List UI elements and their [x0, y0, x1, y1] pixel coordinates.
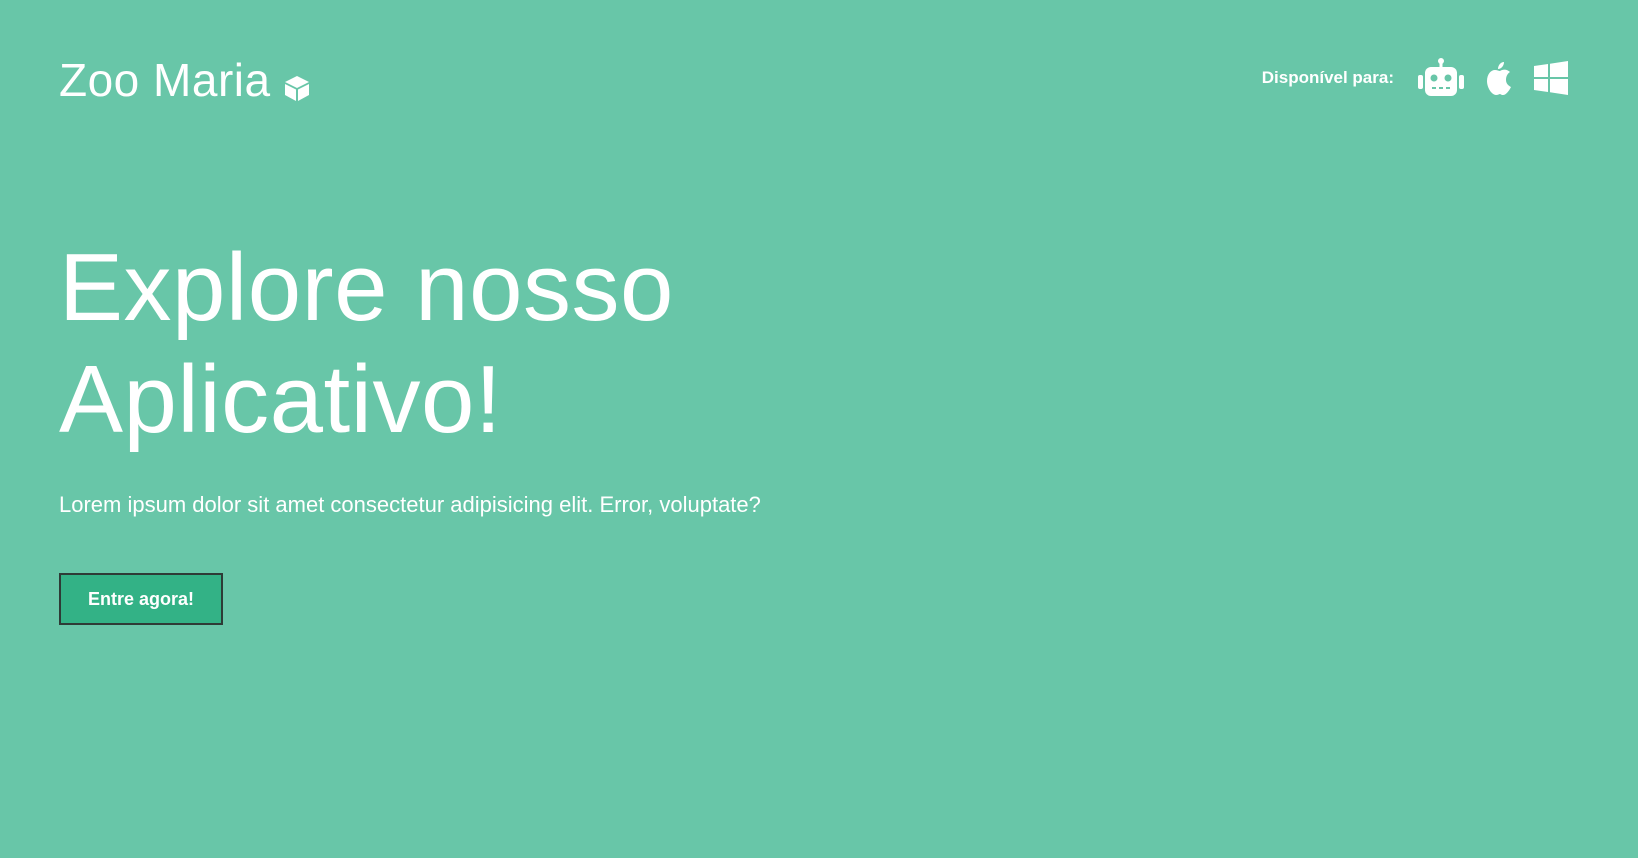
windows-icon[interactable] — [1534, 61, 1568, 95]
hero-title-line1: Explore nosso — [59, 234, 674, 341]
hero-title: Explore nosso Aplicativo! — [59, 232, 959, 456]
platforms-availability: Disponível para: — [1262, 58, 1568, 98]
hero-title-line2: Aplicativo! — [59, 346, 503, 453]
apple-icon[interactable] — [1484, 60, 1516, 96]
android-robot-icon[interactable] — [1416, 58, 1466, 98]
enter-now-button[interactable]: Entre agora! — [59, 573, 223, 625]
hero-section: Explore nosso Aplicativo! Lorem ipsum do… — [59, 232, 959, 520]
cube-icon — [284, 76, 309, 101]
brand-name: Zoo Maria — [59, 54, 271, 106]
platforms-label: Disponível para: — [1261, 68, 1394, 87]
brand-logo[interactable]: Zoo Maria — [59, 50, 311, 110]
hero-subtitle: Lorem ipsum dolor sit amet consectetur a… — [59, 492, 761, 517]
site-header: Zoo Maria Disponível para: — [0, 0, 1638, 170]
